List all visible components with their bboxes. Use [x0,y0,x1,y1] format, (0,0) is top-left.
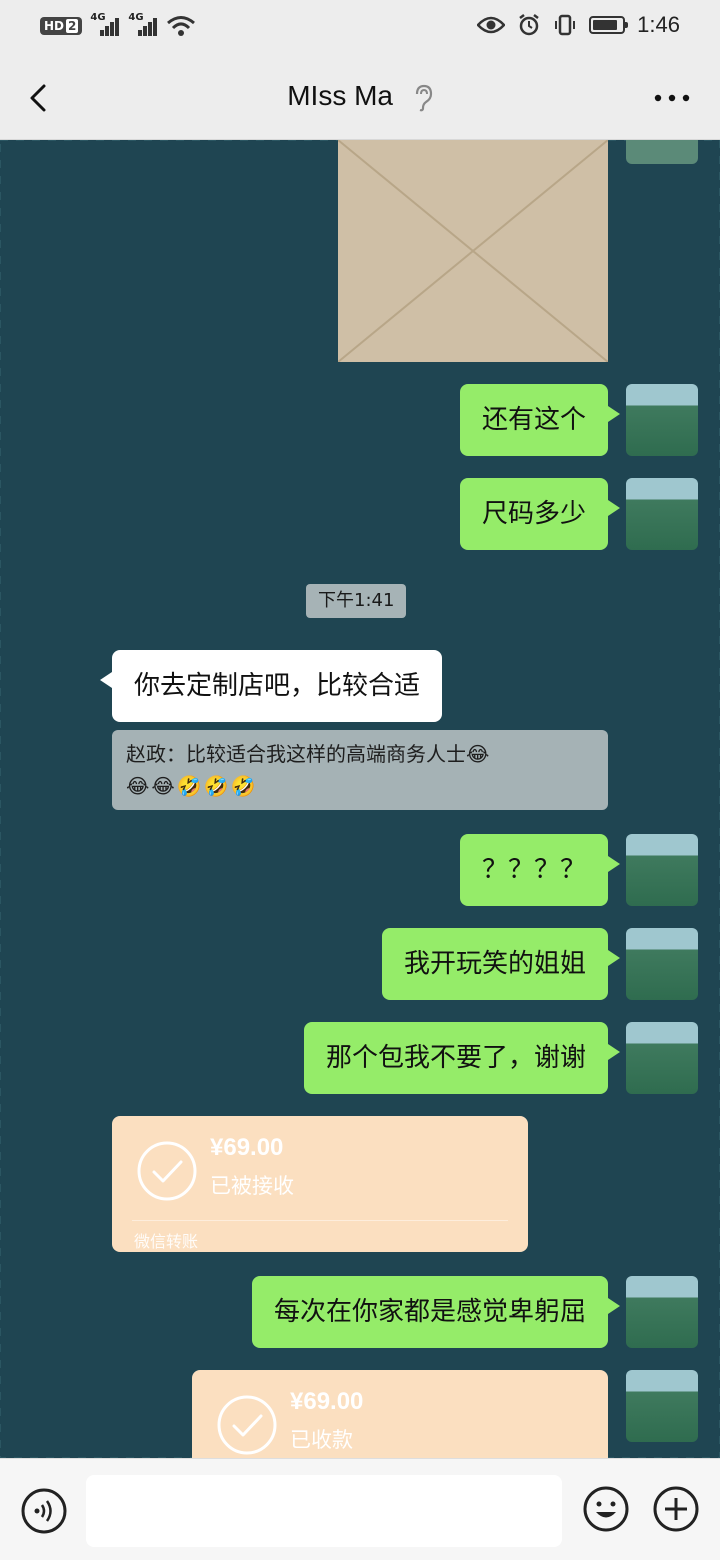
message-bubble-mine[interactable]: 那个包我不要了，谢谢 [303,1022,621,1094]
my-avatar[interactable] [626,1022,698,1094]
my-avatar[interactable] [626,834,698,906]
status-bar-left: HD 2 4G 4G [40,12,196,38]
status-time: 1:46 [637,12,680,37]
status-bar: HD 2 4G 4G 1:46 [0,0,720,56]
transfer-card-collected[interactable]: ¥69.00 已收款 [192,1370,608,1458]
alarm-icon [519,14,539,36]
more-options-icon[interactable] [652,86,692,110]
image-placeholder [337,140,609,363]
time-divider: 下午1:41 [306,584,407,618]
my-avatar[interactable] [626,1276,698,1348]
transfer-amount: ¥69.00 [210,1134,284,1161]
quoted-message[interactable]: 赵政：比较适合我这样的高端商务人士😂 😂😂🤣🤣🤣 [112,730,608,810]
status-bar-right: 1:46 [477,12,680,38]
contact-avatar[interactable] [22,1116,94,1188]
my-avatar[interactable] [626,928,698,1000]
check-icon [137,1141,197,1201]
transfer-card-received[interactable]: ¥69.00 已被接收 微信转账 [112,1116,528,1252]
plus-icon[interactable] [652,1485,700,1533]
hd-voice-badge: HD 2 [40,17,83,35]
message-bubble-mine[interactable]: 我开玩笑的姐姐 [381,928,621,1000]
message-bubble-mine[interactable]: 每次在你家都是感觉卑躬屈 [251,1276,621,1348]
earpiece-icon [415,84,432,111]
chat-area[interactable]: 还有这个 尺码多少 下午1:41 你去定制店吧，比较合适 赵政：比较适合我这样的… [0,140,720,1458]
eye-comfort-icon [477,16,506,34]
message-bubble-contact[interactable]: 你去定制店吧，比较合适 [99,650,443,722]
my-avatar[interactable] [626,384,698,456]
quoted-text: 赵政：比较适合我这样的高端商务人士😂 [126,742,490,766]
message-bubble-mine[interactable]: 还有这个 [459,384,621,456]
my-avatar[interactable] [626,1370,698,1442]
battery-icon [589,16,629,34]
contact-avatar[interactable] [22,650,94,722]
wifi-icon [167,16,196,36]
quoted-emojis: 😂😂🤣🤣🤣 [126,774,258,798]
transfer-status: 已收款 [290,1428,353,1452]
image-message[interactable] [337,140,609,363]
chat-title: MIss Ma [287,80,393,111]
chat-title-wrap: MIss Ma [0,80,720,112]
vibrate-icon [555,14,576,36]
input-bar [0,1458,720,1560]
my-avatar[interactable] [626,478,698,550]
signal-sim1-icon: 4G [90,12,120,38]
my-avatar[interactable] [626,140,698,164]
check-icon [217,1395,277,1455]
message-bubble-mine[interactable]: ？？？？ [459,834,621,906]
transfer-status: 已被接收 [210,1174,294,1198]
emoji-icon[interactable] [582,1485,630,1533]
message-input[interactable] [86,1475,562,1547]
transfer-brand: 微信转账 [134,1232,199,1251]
transfer-divider [132,1220,508,1221]
voice-input-icon[interactable] [20,1487,68,1535]
message-bubble-mine[interactable]: 尺码多少 [459,478,621,550]
transfer-amount: ¥69.00 [290,1388,364,1415]
chat-header: MIss Ma [0,56,720,140]
signal-sim2-icon: 4G [128,12,158,38]
